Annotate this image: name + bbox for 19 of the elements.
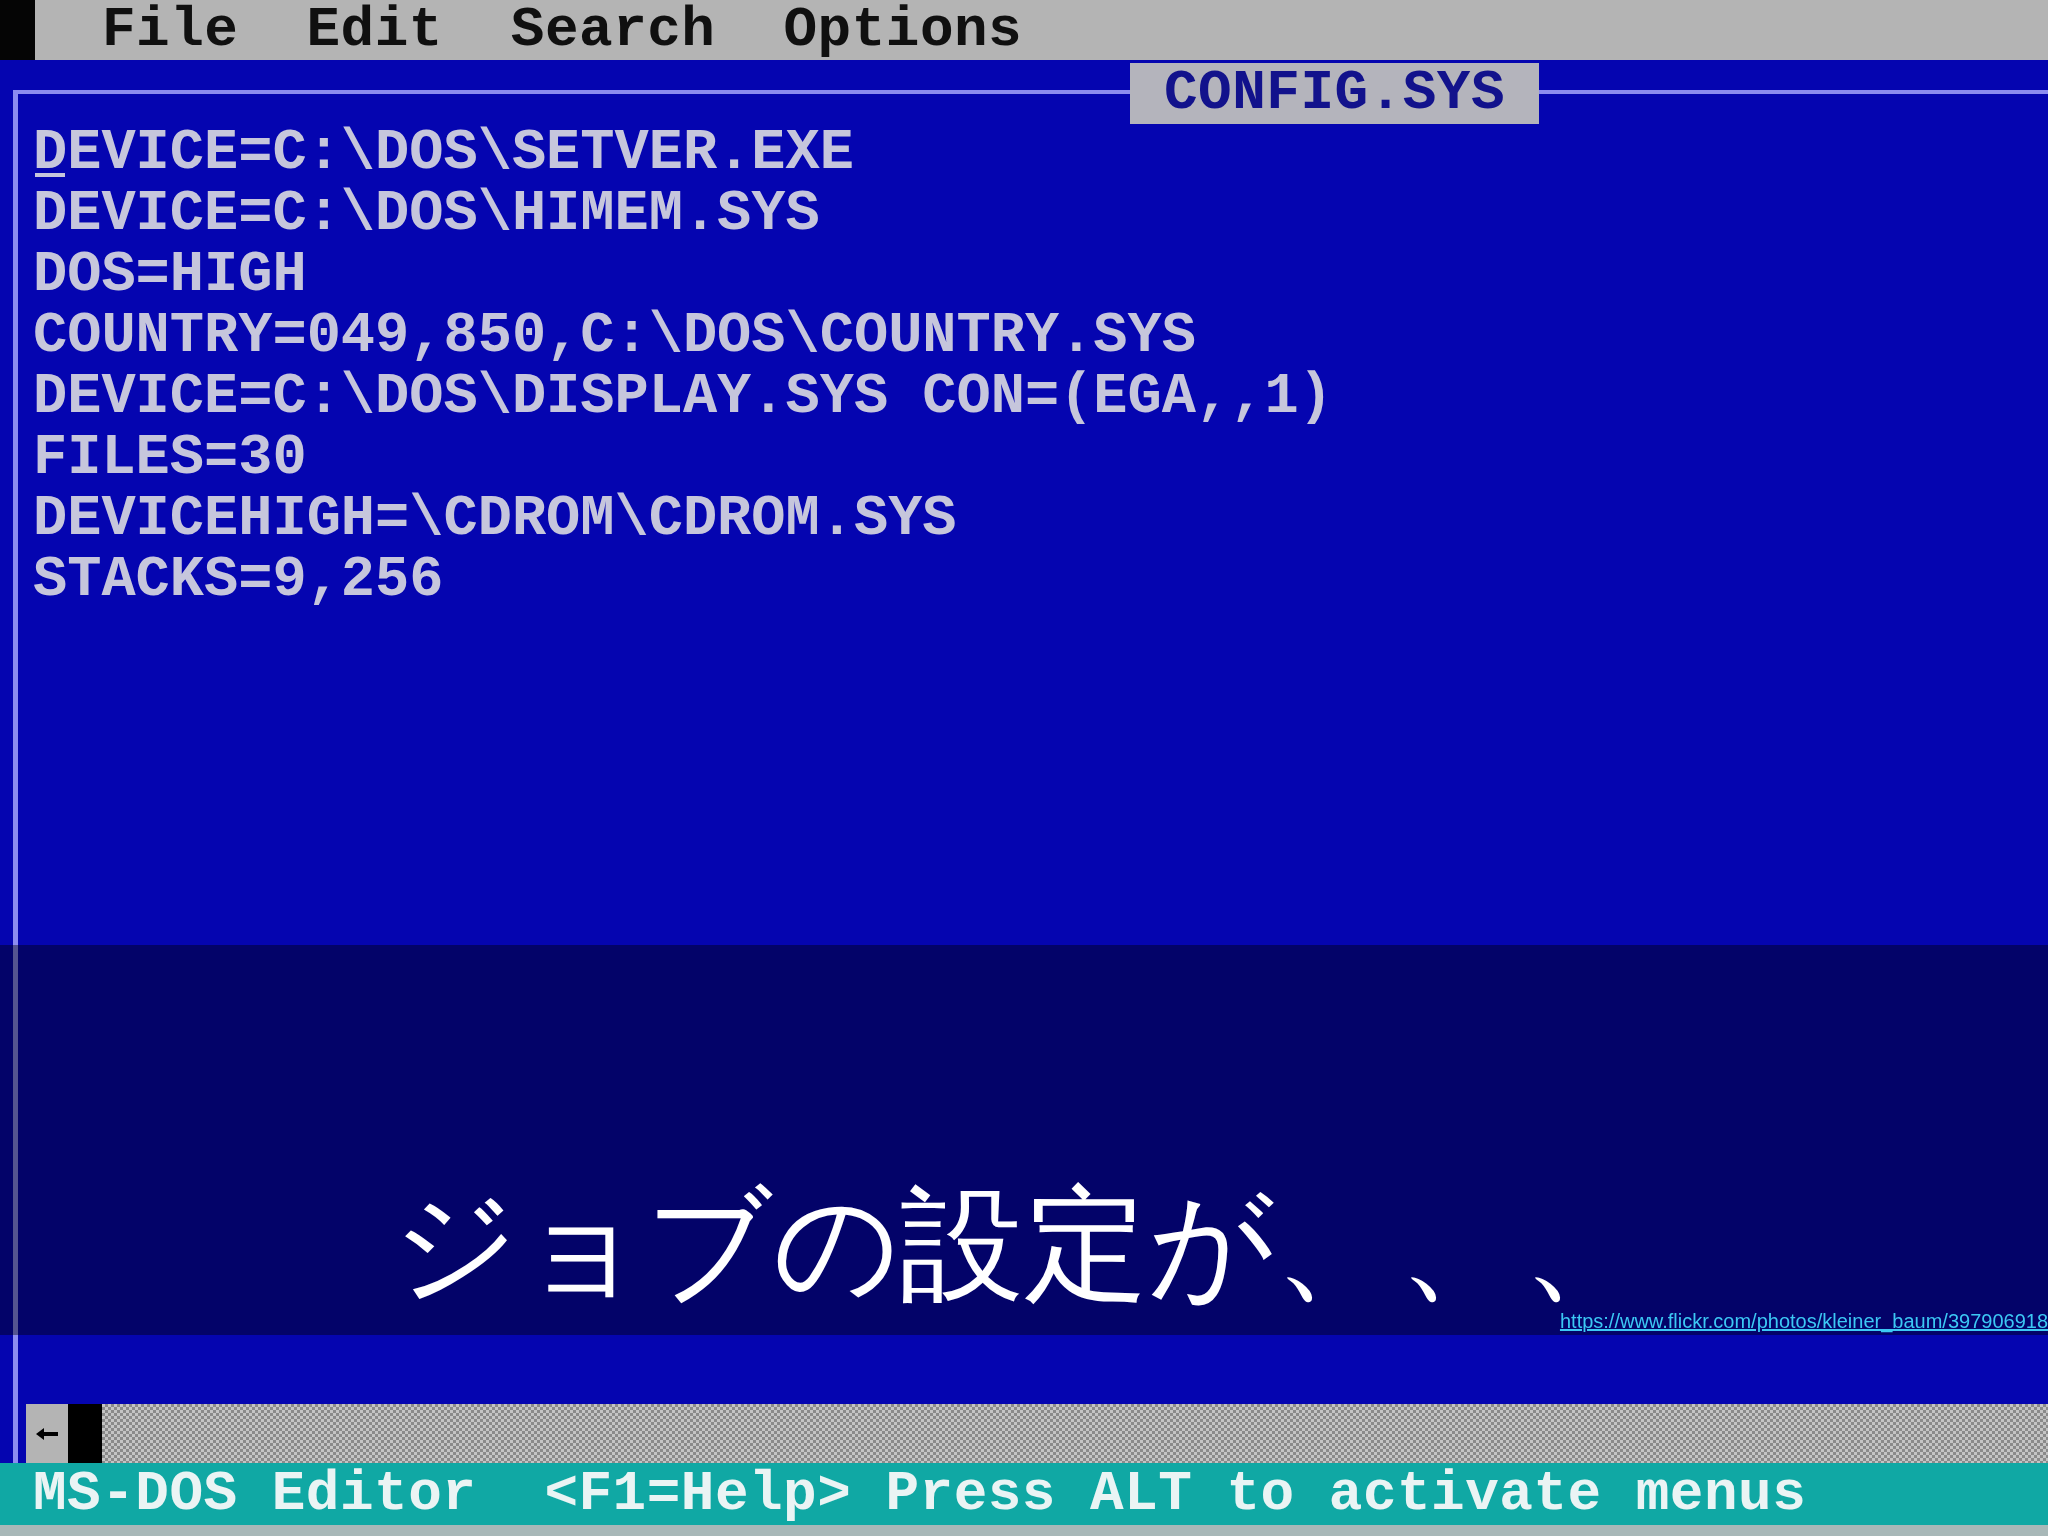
menu-item[interactable]: Edit [306, 1, 443, 59]
scrollbar-thumb[interactable] [68, 1404, 102, 1463]
caption-text: ジョブの設定が、、、 [392, 1178, 1647, 1309]
left-arrow-icon [35, 1425, 59, 1442]
code-line: DEVICE=C:\DOS\HIMEM.SYS [33, 184, 820, 245]
code-line: STACKS=9,256 [33, 550, 444, 611]
source-link[interactable]: https://www.flickr.com/photos/kleiner_baum/397906918 [1559, 1309, 2048, 1333]
code-line: DOS=HIGH [33, 245, 307, 306]
menu-item[interactable]: Options [783, 1, 1023, 59]
help-hint-text: <F1=Help> Press ALT to activate menus [544, 1464, 1807, 1524]
menu-item[interactable]: File [102, 1, 239, 59]
app-name-label: MS-DOS Editor [33, 1464, 477, 1524]
code-line: COUNTRY=049,850,C:\DOS\COUNTRY.SYS [33, 306, 1196, 367]
code-line: DEVICE=C:\DOS\DISPLAY.SYS CON=(EGA,,1) [33, 367, 1333, 428]
code-line: FILES=30 [33, 428, 307, 489]
code-line: DEVICE=C:\DOS\SETVER.EXE [33, 123, 854, 184]
code-line: DEVICEHIGH=\CDROM\CDROM.SYS [33, 489, 957, 550]
menu-item[interactable]: Search [510, 1, 716, 59]
file-title: CONFIG.SYS [1130, 63, 1540, 124]
